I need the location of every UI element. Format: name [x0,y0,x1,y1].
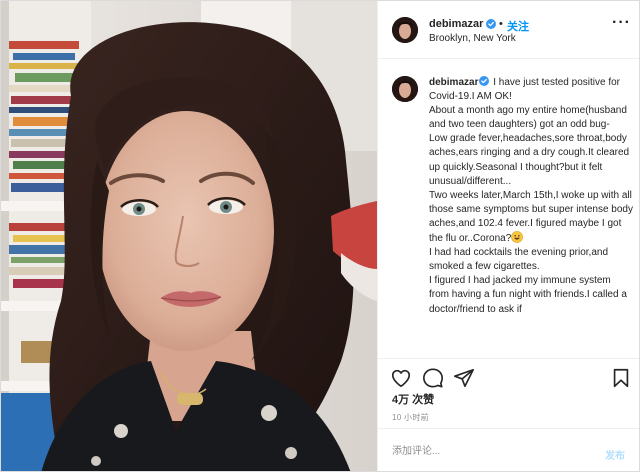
caption-line: Low grade fever,headaches,sore throat,bo… [429,133,630,187]
post-header: debimazar • 关注 Brooklyn, New York ··· [378,1,639,59]
selfie-image [1,1,377,471]
caption-username[interactable]: debimazar [429,77,478,88]
action-bar [378,358,639,392]
header-username[interactable]: debimazar [429,18,483,30]
verified-badge-icon [486,19,496,29]
instagram-post: debimazar • 关注 Brooklyn, New York ··· de… [0,0,640,472]
comment-input[interactable] [392,441,582,461]
post-side-panel: debimazar • 关注 Brooklyn, New York ··· de… [377,1,639,471]
caption-line: I had had cocktails the evening prior,an… [429,247,609,273]
bookmark-icon[interactable] [610,367,632,389]
follow-button[interactable]: 关注 [507,18,529,34]
avatar-image [392,17,418,43]
verified-badge-icon [479,76,490,86]
paper-plane-icon[interactable] [453,367,475,389]
heart-icon[interactable] [390,367,412,389]
grinning-face-emoji [511,231,524,243]
caption-scroll-area[interactable]: debimazar I have just tested positive fo… [378,60,639,358]
caption-line: Two weeks later,March 15th,I woke up wit… [429,189,633,245]
location-link[interactable]: Brooklyn, New York [429,33,516,44]
caption-avatar[interactable] [392,76,418,102]
avatar[interactable] [392,17,418,43]
post-timestamp[interactable]: 10 小时前 [392,412,429,423]
separator-dot: • [499,18,503,30]
caption-line: I figured I had jacked my immune system … [429,275,627,315]
likes-count[interactable]: 4万 次赞 [392,391,434,407]
caption-text: debimazar I have just tested positive fo… [429,76,633,317]
speech-bubble-icon[interactable] [422,367,444,389]
post-photo[interactable] [1,1,377,471]
comment-box: 发布 [378,428,639,471]
more-options-button[interactable]: ··· [612,14,631,32]
post-comment-button[interactable]: 发布 [605,447,625,462]
avatar-image [392,76,418,102]
caption-line: About a month ago my entire home(husband… [429,105,627,131]
